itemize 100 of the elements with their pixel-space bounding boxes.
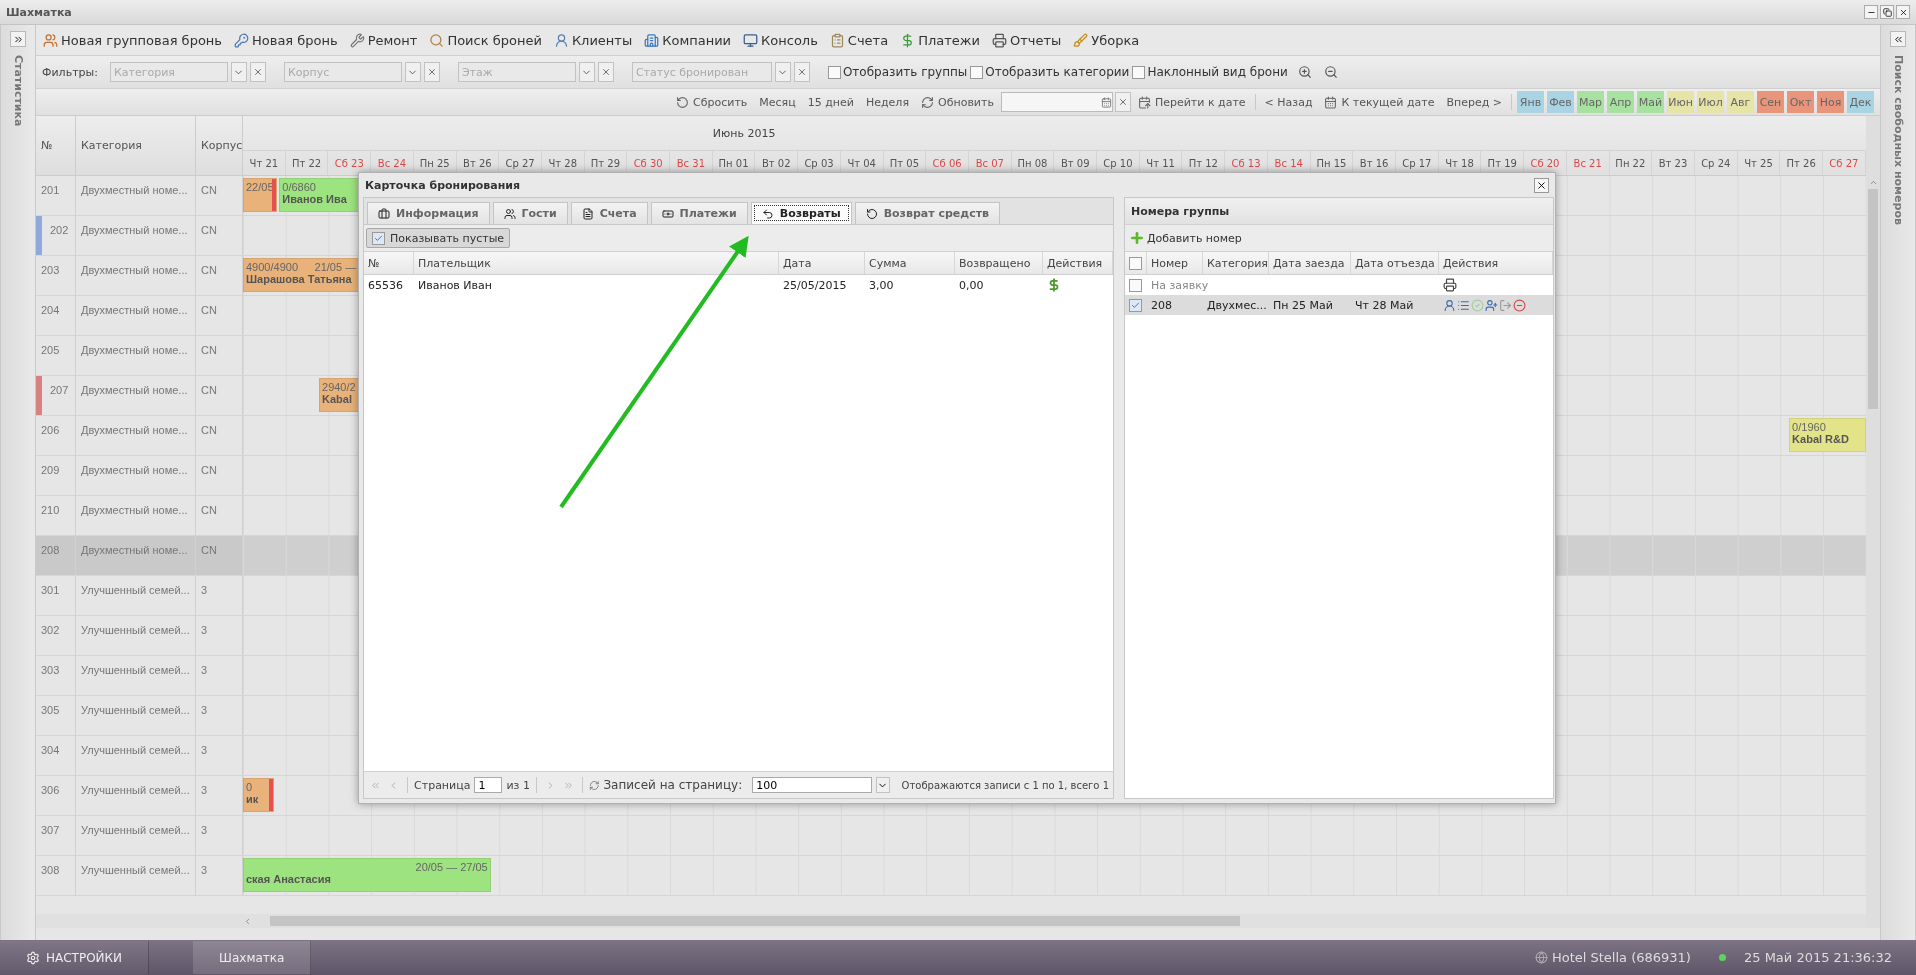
zoom-in-icon[interactable] — [1297, 65, 1312, 79]
number-cell-text: 301 — [41, 584, 60, 596]
vertical-scrollbar[interactable] — [1866, 116, 1880, 928]
toolbar-button[interactable]: Отчеты — [988, 30, 1065, 50]
room-row[interactable]: 208 Двухмес... Пн 25 Май Чт 28 Май — [1125, 295, 1553, 315]
toolbar-button[interactable]: Новая бронь — [231, 30, 341, 50]
toolbar-button[interactable]: Платежи — [897, 30, 983, 50]
toolbar-button[interactable]: Уборка — [1070, 30, 1143, 50]
tab[interactable]: Возврат средств — [854, 202, 1001, 224]
nav-button[interactable]: Обновить — [916, 93, 999, 111]
building-cell-text: CN — [201, 184, 217, 196]
booking-bar[interactable]: 0/6860 Иванов Ива — [279, 178, 360, 212]
per-page-field[interactable]: 100 — [752, 777, 873, 793]
show-empty-toggle[interactable]: Показывать пустые — [366, 228, 511, 248]
tab[interactable]: Гости — [492, 202, 568, 224]
clipboard-icon — [829, 32, 845, 48]
minus-circle-icon[interactable] — [1513, 298, 1526, 312]
checkbox[interactable] — [1129, 278, 1142, 292]
nav-button[interactable]: Сбросить — [671, 93, 753, 111]
filter-combo[interactable]: Категория — [109, 62, 228, 82]
restore-icon — [1882, 7, 1892, 17]
checkbox[interactable] — [1129, 256, 1142, 270]
filter-combo[interactable]: Корпус — [283, 62, 402, 82]
toolbar-button[interactable]: Компании — [641, 30, 735, 50]
settings-button[interactable]: НАСТРОЙКИ — [0, 941, 150, 974]
clear-button[interactable] — [793, 62, 810, 82]
restore-button[interactable] — [1880, 5, 1894, 19]
horizontal-scrollbar[interactable] — [36, 914, 1866, 928]
check-circle-icon[interactable] — [1471, 298, 1484, 312]
close-button[interactable] — [1896, 5, 1910, 19]
booking-bar[interactable]: 20/05 — 27/05 ская Анастасия — [243, 858, 491, 892]
number-cell-text: 201 — [41, 184, 60, 196]
number-cell-text: 206 — [41, 424, 60, 436]
toolbar-button[interactable]: Поиск броней — [426, 30, 545, 50]
tab[interactable]: Возвраты — [750, 202, 852, 224]
expand-button[interactable] — [10, 31, 26, 47]
month-button[interactable]: Дек — [1847, 91, 1874, 113]
nav-button[interactable]: К текущей дате — [1319, 93, 1440, 111]
toolbar-button[interactable]: Клиенты — [550, 30, 636, 50]
printer-icon[interactable] — [1443, 278, 1457, 292]
month-button[interactable]: Мар — [1577, 91, 1604, 113]
add-room-button[interactable]: Добавить номер — [1127, 230, 1244, 246]
booking-bar[interactable]: 4900/4900 21/05 — Шарашова Татьяна — [243, 258, 360, 292]
building-cell-text: CN — [201, 544, 217, 556]
booking-bar[interactable]: 2940/2 Kabal — [319, 378, 360, 412]
tab[interactable]: Счета — [570, 202, 648, 224]
month-button[interactable]: Фев — [1547, 91, 1574, 113]
toolbar-button[interactable]: Консоль — [740, 30, 821, 50]
nav-button[interactable]: Неделя — [860, 93, 914, 111]
clear-button[interactable] — [1114, 92, 1131, 112]
toolbar-button[interactable]: Новая групповая бронь — [40, 30, 225, 50]
panel-title: Номера группы — [1125, 198, 1553, 225]
booking-dates: 20/05 — 27/05 — [415, 861, 488, 873]
scrollbar-thumb[interactable] — [270, 916, 1240, 926]
refresh-icon — [921, 95, 934, 109]
month-button[interactable]: Янв — [1517, 91, 1544, 113]
nav-button[interactable]: Перейти к дате — [1132, 93, 1251, 111]
taskbar-tab[interactable]: Шахматка — [193, 941, 312, 974]
nav-button[interactable]: Вперед > — [1441, 93, 1507, 111]
tab[interactable]: Платежи — [650, 202, 748, 224]
filter-combo[interactable]: Этаж — [457, 62, 576, 82]
dollar-icon[interactable] — [1047, 278, 1061, 292]
list-icon[interactable] — [1457, 298, 1470, 312]
toolbar-button[interactable]: Счета — [826, 30, 892, 50]
exit-icon[interactable] — [1499, 298, 1512, 312]
toolbar-button[interactable]: Ремонт — [346, 30, 421, 50]
nav-button[interactable]: 15 дней — [802, 93, 859, 111]
date-field[interactable] — [1000, 92, 1113, 112]
collapse-button[interactable] — [1890, 31, 1906, 47]
month-button[interactable]: Апр — [1607, 91, 1634, 113]
nav-button[interactable]: < Назад — [1259, 93, 1318, 111]
filter-checkbox[interactable]: Наклонный вид брони — [1132, 65, 1288, 79]
filter-checkbox[interactable]: Отобразить группы — [827, 65, 968, 79]
booking-bar[interactable]: 0/1960 Kabal R&D — [1789, 418, 1866, 452]
filter-combo[interactable]: Статус бронирован — [631, 62, 772, 82]
month-button[interactable]: Июл — [1697, 91, 1724, 113]
filter-checkbox[interactable]: Отобразить категории — [970, 65, 1130, 79]
person-icon[interactable] — [1443, 298, 1456, 312]
month-button[interactable]: Июн — [1667, 91, 1694, 113]
tab[interactable]: Информация — [367, 202, 490, 224]
building-cell-text: 3 — [201, 864, 208, 876]
booking-bar[interactable]: 0 ик — [243, 778, 274, 812]
close-button[interactable] — [1534, 177, 1549, 193]
month-button[interactable]: Авг — [1727, 91, 1754, 113]
dropdown-button[interactable] — [876, 777, 890, 793]
refresh-icon[interactable] — [588, 778, 600, 792]
column-header: Дата отъезда — [1351, 252, 1439, 274]
person-plus-icon[interactable] — [1485, 298, 1498, 312]
clear-button[interactable] — [597, 62, 614, 82]
nav-button[interactable]: Месяц — [754, 93, 801, 111]
clear-button[interactable] — [423, 62, 440, 82]
month-button[interactable]: Май — [1637, 91, 1664, 113]
calendar-icon — [1100, 96, 1112, 108]
scrollbar-thumb[interactable] — [1868, 189, 1878, 409]
checkbox[interactable] — [1129, 298, 1142, 312]
minimize-button[interactable] — [1864, 5, 1878, 19]
page-field[interactable]: 1 — [474, 777, 503, 793]
zoom-out-icon[interactable] — [1323, 65, 1338, 79]
day-header: Пн 22 — [1609, 151, 1653, 175]
clear-button[interactable] — [249, 62, 266, 82]
